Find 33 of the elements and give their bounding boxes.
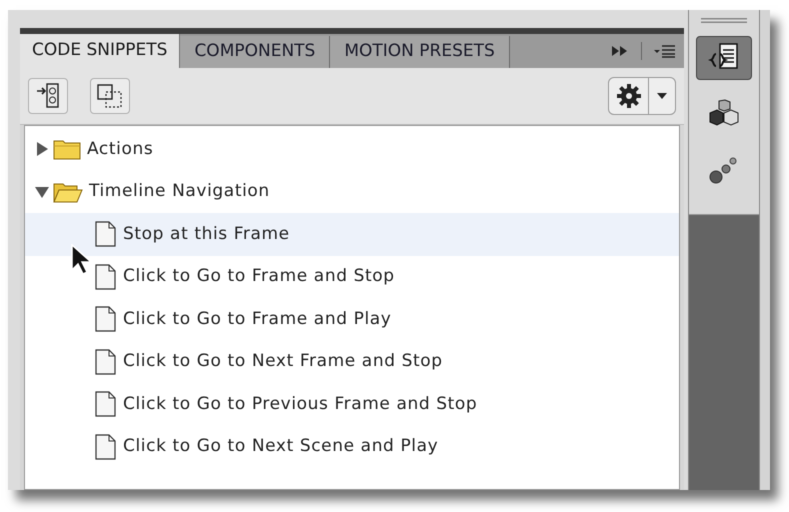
item-label: Click to Go to Frame and Stop: [123, 265, 395, 288]
document-icon: [95, 391, 117, 418]
caret-icon: [657, 93, 667, 99]
item-label: Actions: [87, 138, 154, 160]
folder-icon: [53, 180, 83, 203]
tab[interactable]: CODE SNIPPETS: [20, 34, 180, 68]
tree-row[interactable]: Stop at this Frame: [25, 213, 679, 256]
collapsed-arrow-icon[interactable]: [35, 142, 49, 156]
folder-icon: [53, 138, 81, 160]
document-icon: [95, 221, 117, 248]
document-icon: [95, 306, 117, 332]
overflow-icon[interactable]: [611, 45, 629, 57]
tab[interactable]: MOTION PRESETS: [330, 36, 510, 68]
item-label: Click to Go to Next Scene and Play: [123, 435, 438, 458]
document-icon: [95, 434, 117, 460]
braces-document-panel-button[interactable]: [696, 36, 752, 80]
item-label: Timeline Navigation: [89, 180, 270, 203]
item-label: Click to Go to Frame and Play: [123, 308, 392, 330]
menu-icon[interactable]: [654, 44, 676, 58]
overlap-squares-icon: [97, 84, 123, 108]
item-label: Stop at this Frame: [123, 222, 290, 246]
options-button[interactable]: [608, 77, 676, 115]
expanded-arrow-icon[interactable]: [35, 184, 49, 199]
copy-button[interactable]: [90, 78, 130, 114]
item-label: Click to Go to Next Frame and Stop: [123, 350, 443, 373]
insert-arrow-icon: [36, 83, 60, 109]
gear-icon: [616, 83, 642, 109]
item-label: Click to Go to Previous Frame and Stop: [123, 392, 478, 416]
document-icon: [95, 264, 117, 290]
document-icon: [95, 348, 117, 375]
grip-icon[interactable]: [701, 18, 747, 24]
tab[interactable]: COMPONENTS: [180, 36, 330, 68]
insert-snippet-button[interactable]: [28, 78, 68, 114]
